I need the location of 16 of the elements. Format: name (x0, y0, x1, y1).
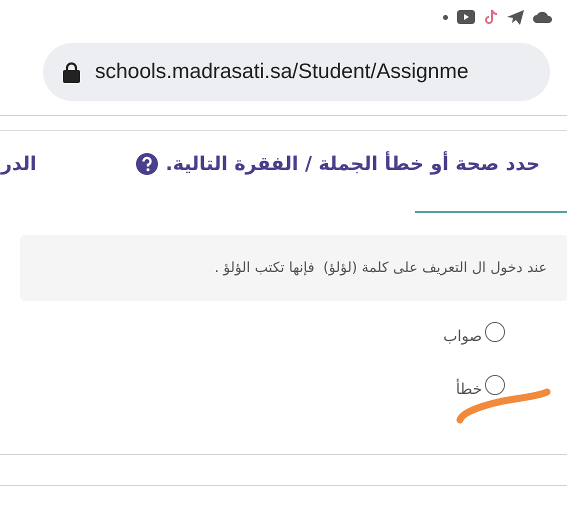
url-text: schools.madrasati.sa/Student/Assignme (95, 59, 469, 86)
statement-text: عند دخول ال التعريف على كلمة (لؤلؤ) فإنها تكتب الؤلؤ . (214, 258, 547, 278)
dot-icon (443, 14, 448, 20)
question-title: حدد صحة أو خطأ الجملة / الفقرة التالية. (166, 150, 540, 177)
tab-label[interactable]: الدر (0, 150, 37, 178)
option-label: خطأ (456, 378, 482, 400)
cloud-icon (533, 11, 553, 23)
radio-button[interactable] (485, 374, 505, 395)
address-bar[interactable]: schools.madrasati.sa/Student/Assignme (43, 43, 550, 101)
music-note-icon (484, 8, 498, 26)
lock-icon (63, 62, 80, 82)
video-play-icon (457, 10, 475, 24)
paper-plane-icon (507, 10, 524, 24)
help-icon[interactable] (136, 153, 158, 175)
radio-button[interactable] (485, 322, 505, 342)
option-label: صواب (443, 326, 482, 347)
